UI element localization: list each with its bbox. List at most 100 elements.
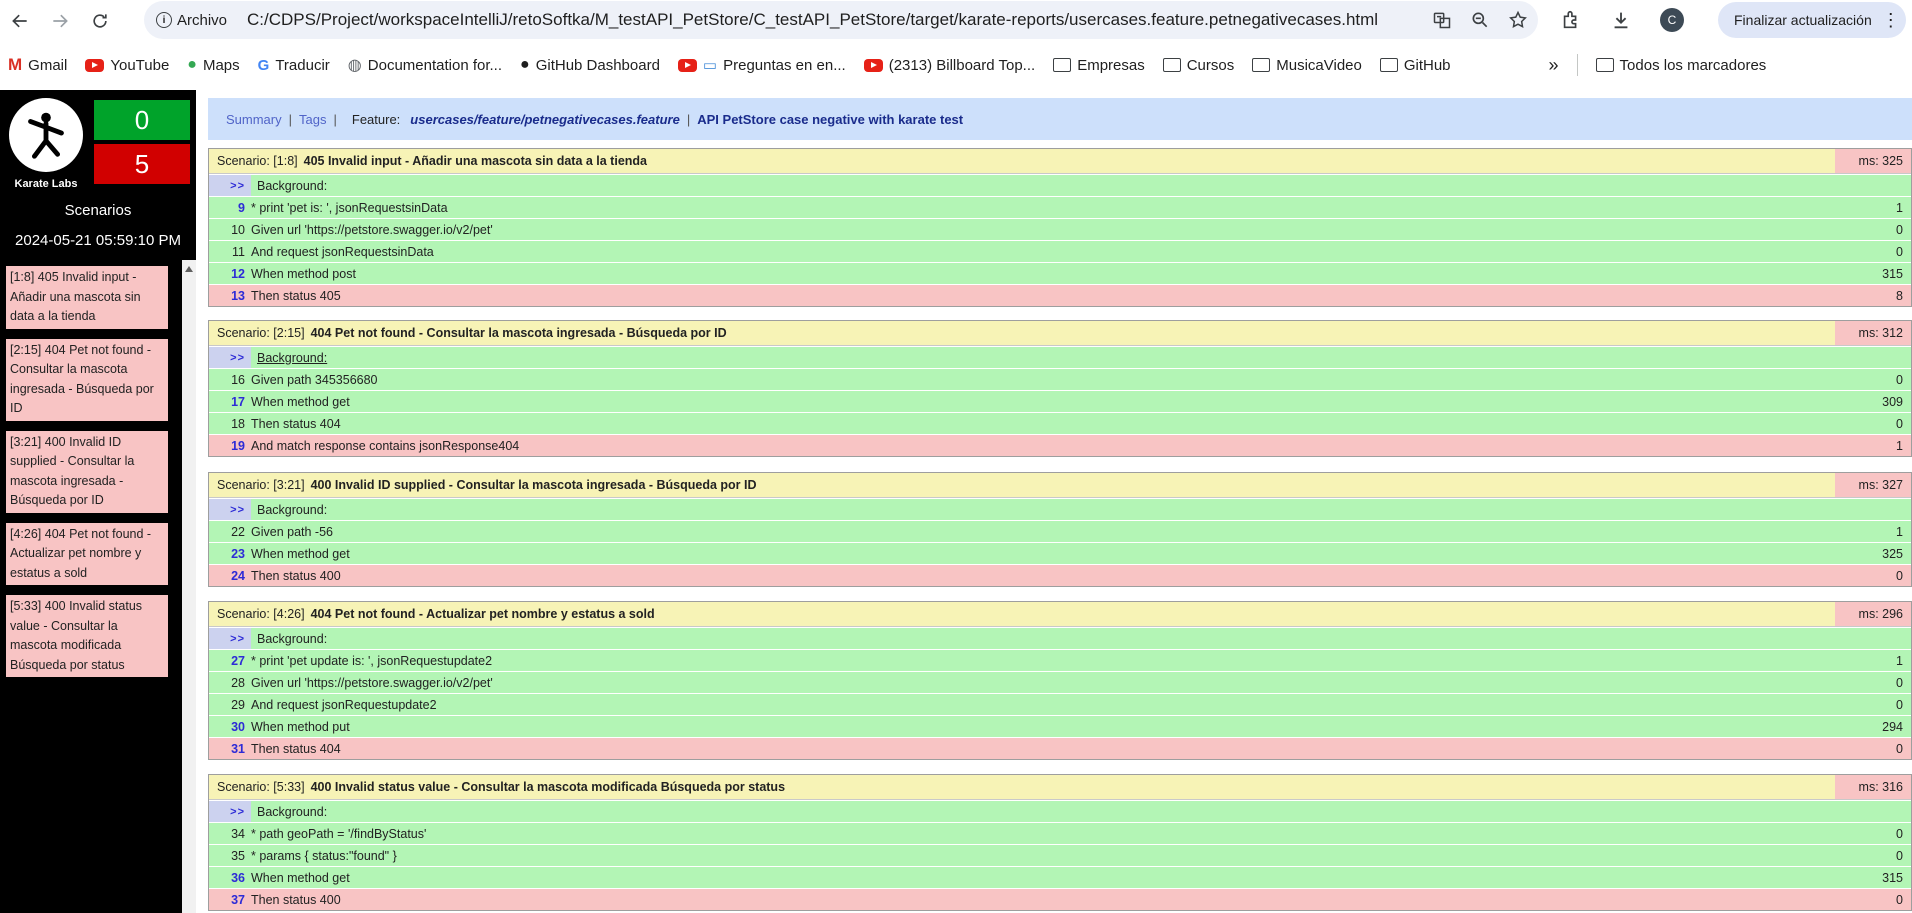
step-row[interactable]: 35 * params { status:"found" } 0	[209, 844, 1911, 866]
scenario-header[interactable]: Scenario: [4:26] 404 Pet not found - Actu…	[209, 602, 1911, 627]
bookmark-musicavideo[interactable]: MusicaVideo	[1252, 57, 1362, 74]
scenario-nav-item[interactable]: [5:33] 400 Invalid status value - Consul…	[6, 595, 168, 677]
passed-count: 0	[94, 100, 190, 140]
bookmark-cursos[interactable]: Cursos	[1162, 57, 1234, 74]
step-row[interactable]: 28 Given url 'https://petstore.swagger.io…	[209, 671, 1911, 693]
step-duration: 1	[1896, 438, 1903, 453]
site-info-chip[interactable]: i Archivo	[156, 12, 227, 29]
extensions-icon[interactable]	[1560, 9, 1582, 31]
address-bar[interactable]: i Archivo C:/CDPS/Project/workspaceIntel…	[144, 1, 1538, 39]
step-row[interactable]: 24 Then status 400 0	[209, 564, 1911, 586]
bookmark-label: Preguntas en en...	[723, 56, 846, 74]
scenario-nav-item[interactable]: [1:8] 405 Invalid input - Añadir una mas…	[6, 266, 168, 329]
step-line-number: 17	[231, 394, 245, 409]
step-duration: 0	[1896, 675, 1903, 690]
bookmark-label: Maps	[202, 56, 240, 74]
bookmark-billboard[interactable]: (2313) Billboard Top...	[863, 56, 1036, 74]
background-row[interactable]: >> Background:	[209, 174, 1911, 197]
step-row[interactable]: 29 And request jsonRequestupdate2 0	[209, 693, 1911, 715]
bookmark-github-dashboard[interactable]: ● GitHub Dashboard	[520, 56, 660, 74]
step-row[interactable]: 36 When method get 315	[209, 866, 1911, 888]
bookmark-label: (2313) Billboard Top...	[888, 56, 1036, 74]
scenario-nav-item[interactable]: [3:21] 400 Invalid ID supplied - Consult…	[6, 430, 168, 513]
bookmark-traducir[interactable]: G Traducir	[258, 57, 330, 74]
step-line-number: 9	[238, 200, 245, 215]
background-toggle[interactable]: >>	[209, 800, 251, 823]
scenario-block: Scenario: [5:33] 400 Invalid status value…	[208, 774, 1912, 911]
folder-icon	[1252, 58, 1271, 72]
bookmark-maps[interactable]: ● Maps	[187, 56, 239, 74]
step-duration: 0	[1896, 568, 1903, 583]
scenario-nav-item[interactable]: [2:15] 404 Pet not found - Consultar la …	[6, 338, 168, 421]
step-row[interactable]: 9 * print 'pet is: ', jsonRequestsinData 1	[209, 196, 1911, 218]
update-button[interactable]: Finalizar actualización ⋮	[1718, 2, 1906, 38]
arrow-right-icon	[53, 14, 68, 28]
scenario-header[interactable]: Scenario: [2:15] 404 Pet not found - Cons…	[209, 321, 1911, 346]
back-button[interactable]	[0, 1, 40, 41]
karate-logo[interactable]: Karate Labs	[6, 98, 86, 194]
summary-link[interactable]: Summary	[226, 112, 282, 127]
step-row[interactable]: 34 * path geoPath = '/findByStatus' 0	[209, 822, 1911, 844]
step-row[interactable]: 31 Then status 404 0	[209, 737, 1911, 759]
background-row[interactable]: >> Background:	[209, 627, 1911, 650]
translate-icon[interactable]	[1432, 10, 1452, 30]
folder-icon	[1053, 58, 1072, 72]
bookmark-empresas[interactable]: Empresas	[1053, 57, 1145, 74]
scenario-header[interactable]: Scenario: [5:33] 400 Invalid status value…	[209, 775, 1911, 800]
bookmark-preguntas[interactable]: ▭ Preguntas en en...	[677, 56, 846, 74]
background-row[interactable]: >> Background:	[209, 800, 1911, 823]
step-row[interactable]: 37 Then status 400 0	[209, 888, 1911, 910]
step-line-number: 23	[231, 546, 245, 561]
scenario-nav-item[interactable]: [4:26] 404 Pet not found - Actualizar pe…	[6, 522, 168, 585]
step-row[interactable]: 16 Given path 345356680 0	[209, 368, 1911, 390]
background-row[interactable]: >> Background:	[209, 346, 1911, 369]
bookmark-documentation[interactable]: ◍ Documentation for...	[348, 55, 502, 75]
youtube-icon	[677, 58, 697, 72]
background-row[interactable]: >> Background:	[209, 498, 1911, 521]
zoom-icon[interactable]	[1470, 10, 1490, 30]
sidebar-scrollbar[interactable]	[182, 260, 196, 913]
step-row[interactable]: 27 * print 'pet update is: ', jsonRequest…	[209, 649, 1911, 671]
step-row[interactable]: 13 Then status 405 8	[209, 284, 1911, 306]
scenario-header[interactable]: Scenario: [3:21] 400 Invalid ID supplied …	[209, 473, 1911, 498]
background-toggle[interactable]: >>	[209, 627, 251, 650]
step-line-number: 10	[231, 222, 245, 237]
profile-avatar[interactable]: C	[1660, 8, 1684, 32]
more-bookmarks-button[interactable]: »	[1549, 55, 1559, 76]
scenario-duration: ms: 316	[1835, 775, 1911, 799]
reload-button[interactable]	[80, 1, 120, 41]
background-toggle[interactable]: >>	[209, 498, 251, 521]
step-row[interactable]: 12 When method post 315	[209, 262, 1911, 284]
step-row[interactable]: 10 Given url 'https://petstore.swagger.io…	[209, 218, 1911, 240]
step-row[interactable]: 19 And match response contains jsonRespon…	[209, 434, 1911, 456]
more-bookmarks-label: »	[1548, 54, 1559, 75]
step-row[interactable]: 23 When method get 325	[209, 542, 1911, 564]
step-line-number: 16	[231, 372, 245, 387]
bookmark-label: Empresas	[1077, 56, 1145, 74]
scroll-up-icon[interactable]	[185, 266, 193, 272]
scenario-duration: ms: 327	[1835, 473, 1911, 497]
bookmark-gmail[interactable]: M Gmail	[8, 55, 67, 75]
step-row[interactable]: 22 Given path -56 1	[209, 520, 1911, 542]
feature-path: usercases/feature/petnegativecases.featu…	[410, 111, 680, 127]
star-icon[interactable]	[1508, 10, 1528, 30]
step-line-number: 31	[231, 741, 245, 756]
bookmarks-bar: M Gmail YouTube ● Maps G Traducir ◍ Docu…	[0, 42, 1912, 88]
step-text: Given path -56	[251, 524, 333, 539]
download-icon[interactable]	[1610, 9, 1632, 31]
bookmark-github[interactable]: GitHub	[1379, 57, 1451, 74]
background-toggle[interactable]: >>	[209, 174, 251, 197]
all-bookmarks-button[interactable]: Todos los marcadores	[1595, 57, 1766, 74]
step-row[interactable]: 11 And request jsonRequestsinData 0	[209, 240, 1911, 262]
bookmark-youtube[interactable]: YouTube	[85, 57, 169, 74]
step-row[interactable]: 30 When method put 294	[209, 715, 1911, 737]
background-toggle[interactable]: >>	[209, 346, 251, 369]
tags-link[interactable]: Tags	[299, 112, 326, 127]
folder-icon	[1379, 58, 1398, 72]
reload-icon	[93, 14, 107, 28]
step-row[interactable]: 18 Then status 404 0	[209, 412, 1911, 434]
url-text[interactable]: C:/CDPS/Project/workspaceIntelliJ/retoSo…	[247, 10, 1378, 30]
scenario-header[interactable]: Scenario: [1:8] 405 Invalid input - Añadi…	[209, 149, 1911, 174]
step-row[interactable]: 17 When method get 309	[209, 390, 1911, 412]
forward-button[interactable]	[40, 1, 80, 41]
